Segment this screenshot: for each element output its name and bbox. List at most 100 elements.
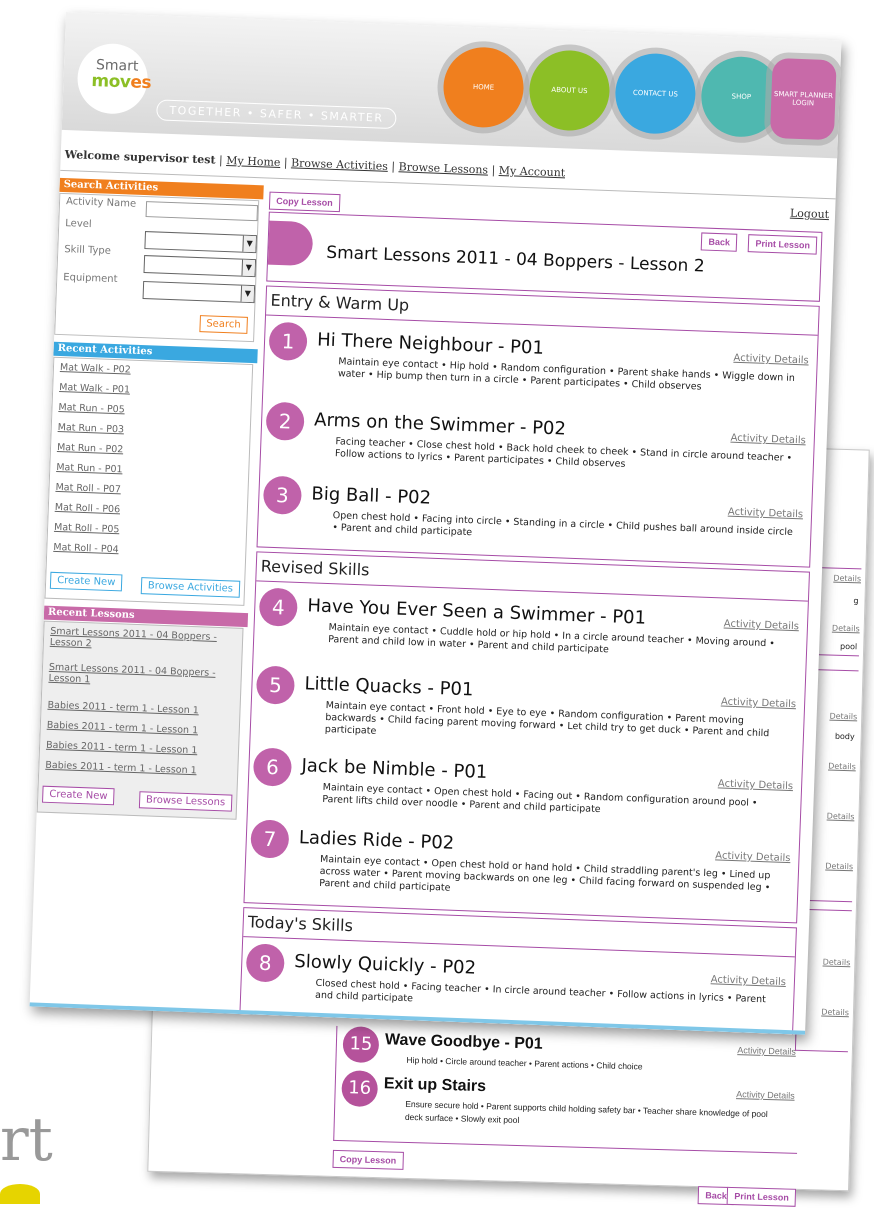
lesson-section: Entry & Warm Up 1 Hi There Neighbour - P… [256,285,820,568]
browse-lessons-link[interactable]: Browse Lessons [398,160,488,176]
back-button[interactable]: Back [701,232,738,252]
lesson-title: Smart Lessons 2011 - 04 Boppers - Lesson… [325,242,705,277]
back-activity-details-link[interactable]: Details [821,1007,849,1017]
activity-row-7: 7 Ladies Ride - P02 Activity Details Mai… [249,819,796,921]
back-activity-details-link[interactable]: Details [833,574,861,584]
my-account-link[interactable]: My Account [499,164,566,179]
recent-activity-link[interactable]: Mat Walk - P01 [59,382,130,396]
activity-title[interactable]: Slowly Quickly - P02 [294,951,476,979]
recent-activity-link[interactable]: Mat Run - P01 [56,462,123,475]
corner-dot [0,1184,40,1204]
recent-activity-link[interactable]: Mat Run - P02 [57,442,124,455]
section-title: Today's Skills [247,912,354,936]
my-home-link[interactable]: My Home [226,154,281,169]
back-activity-details-link[interactable]: Details [827,812,855,822]
nav-contact-button[interactable]: CONTACT US [613,52,697,136]
activity-number-badge: 6 [252,747,293,787]
search-button[interactable]: Search [199,315,248,334]
skill-type-select[interactable]: ▼ [143,255,257,278]
browse-lessons-button[interactable]: Browse Lessons [138,791,233,812]
welcome-text: Welcome supervisor test [64,148,216,167]
activity-number-badge: 4 [258,587,299,627]
activity-name-label: Activity Name [65,196,137,210]
activity-details-link[interactable]: Activity Details [728,507,804,521]
activity-title[interactable]: Hi There Neighbour - P01 [317,329,544,358]
back-activity-details-link[interactable]: Details [825,862,853,872]
back-text-fragment: body [834,731,855,742]
back-text-fragment: g [853,596,859,606]
activity-number-badge: 1 [268,321,308,362]
recent-lesson-link[interactable]: Smart Lessons 2011 - 04 Boppers - Lesson… [48,662,229,691]
equipment-select[interactable]: ▼ [142,281,256,304]
activity-details-link[interactable]: Activity Details [733,353,809,367]
activity-number-badge: 16 [341,1070,379,1108]
recent-lesson-link[interactable]: Smart Lessons 2011 - 04 Boppers - Lesson… [50,626,231,655]
activity-title[interactable]: Exit up Stairs [384,1075,487,1096]
activity-description: Maintain eye contact • Front hold • Eye … [324,699,770,740]
activity-title[interactable]: Arms on the Swimmer - P02 [314,409,566,439]
activity-details-link[interactable]: Activity Details [711,974,787,988]
activity-details-link[interactable]: Activity Details [730,433,806,447]
recent-activity-link[interactable]: Mat Run - P05 [58,402,125,415]
chevron-down-icon: ▼ [240,285,255,303]
recent-lesson-link[interactable]: Babies 2011 - term 1 - Lesson 1 [47,700,199,717]
activity-details-link[interactable]: Activity Details [721,696,797,710]
copy-lesson-button[interactable]: Copy Lesson [332,1149,404,1170]
print-lesson-button[interactable]: Print Lesson [748,234,818,255]
activity-number-badge: 15 [342,1026,380,1064]
create-new-activity-button[interactable]: Create New [49,571,123,592]
front-page-sheet: Smart moves TOGETHER • SAFER • SMARTER H… [29,12,842,1035]
site-logo[interactable]: Smart moves [76,42,152,116]
equipment-label: Equipment [63,272,118,286]
back-sheet-final-activities: 15 Wave Goodbye - P01 Activity Details H… [332,1025,801,1207]
top-nav: Welcome supervisor test | My Home | Brow… [64,148,566,180]
recent-activity-link[interactable]: Mat Run - P03 [58,422,125,435]
recent-activities-panel: Mat Walk - P02 Mat Walk - P01 Mat Run - … [44,356,254,606]
browse-activities-link[interactable]: Browse Activities [291,156,388,173]
site-header: Smart moves TOGETHER • SAFER • SMARTER H… [61,12,842,159]
nav-planner-login-button[interactable]: SMART PLANNER LOGIN [769,57,837,141]
print-lesson-button[interactable]: Print Lesson [727,1186,797,1207]
recent-activity-link[interactable]: Mat Walk - P02 [60,362,131,376]
activity-title[interactable]: Ladies Ride - P02 [299,827,455,854]
back-activity-details-link[interactable]: Details [828,762,856,772]
activity-description: Ensure secure hold • Parent supports chi… [404,1098,768,1126]
activity-title[interactable]: Little Quacks - P01 [304,673,474,700]
back-text-fragment: pool [840,641,858,652]
activity-number-badge: 8 [245,943,285,983]
back-activity-details-link[interactable]: Details [829,712,857,722]
create-new-lesson-button[interactable]: Create New [42,785,115,806]
copy-lesson-button[interactable]: Copy Lesson [268,191,341,213]
section-title: Entry & Warm Up [270,290,410,315]
activity-title[interactable]: Jack be Nimble - P01 [301,755,487,783]
browse-activities-button[interactable]: Browse Activities [140,577,241,598]
level-select[interactable]: ▼ [144,231,257,254]
recent-activity-link[interactable]: Mat Roll - P04 [53,542,119,555]
back-activity-details-link[interactable]: Details [832,624,860,634]
activity-name-input[interactable] [145,201,259,222]
recent-lesson-link[interactable]: Babies 2011 - term 1 - Lesson 1 [45,760,197,777]
recent-lesson-link[interactable]: Babies 2011 - term 1 - Lesson 1 [46,740,198,757]
lesson-title-badge [267,220,314,267]
activity-details-link[interactable]: Activity Details [724,619,800,633]
nav-about-button[interactable]: ABOUT US [528,49,611,132]
lesson-section: Revised Skills 4 Have You Ever Seen a Sw… [243,551,810,924]
activity-details-link[interactable]: Activity Details [736,1089,795,1101]
logout-link[interactable]: Logout [790,207,830,221]
activity-details-link[interactable]: Activity Details [737,1045,796,1057]
activity-details-link[interactable]: Activity Details [718,778,794,792]
recent-lesson-link[interactable]: Babies 2011 - term 1 - Lesson 1 [47,720,199,737]
activity-details-link[interactable]: Activity Details [715,850,791,864]
back-activity-details-link[interactable]: Details [823,957,851,967]
section-title: Revised Skills [260,556,370,580]
nav-home-button[interactable]: HOME [442,45,525,129]
activity-title[interactable]: Wave Goodbye - P01 [385,1031,543,1053]
recent-activity-link[interactable]: Mat Roll - P06 [55,502,121,515]
activity-number-badge: 2 [265,401,305,441]
activity-title[interactable]: Big Ball - P02 [311,483,431,508]
recent-activity-link[interactable]: Mat Roll - P07 [55,482,121,495]
recent-activity-link[interactable]: Mat Roll - P05 [54,522,120,535]
logo-text-moves: moves [91,70,152,94]
corner-decoration: rt [0,1110,53,1170]
recent-lessons-panel: Smart Lessons 2011 - 04 Boppers - Lesson… [36,620,244,820]
